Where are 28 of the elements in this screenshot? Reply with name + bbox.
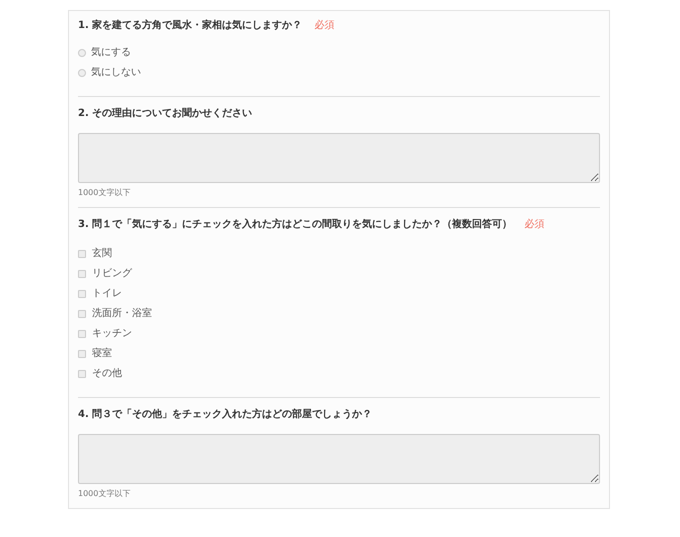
question-title: 3. 問１で「気にする」にチェックを入れた方はどこの間取りを気にしましたか？（複数回答可）	[78, 217, 512, 232]
character-limit-hint: 1000文字以下	[78, 488, 132, 500]
required-label: 必須	[524, 218, 544, 232]
checkbox[interactable]	[78, 370, 86, 378]
option-label: 気にする	[91, 46, 131, 60]
checkbox[interactable]	[78, 270, 86, 278]
option-label: キッチン	[92, 327, 132, 341]
checkbox[interactable]	[78, 250, 86, 258]
option-label: 玄関	[92, 246, 112, 261]
question-title: 2. その理由についてお聞かせください	[78, 106, 252, 121]
option-label: トイレ	[92, 287, 122, 301]
question-title: 4. 問３で「その他」をチェック入れた方はどの部屋でしょうか？	[78, 407, 372, 422]
checkbox[interactable]	[78, 350, 86, 358]
option-label: リビング	[92, 267, 132, 281]
checkbox[interactable]	[78, 310, 86, 318]
required-label: 必須	[314, 18, 334, 33]
checkbox[interactable]	[78, 330, 86, 338]
option-label: 寝室	[92, 346, 112, 361]
option-label: 洗面所・浴室	[92, 306, 152, 321]
answer-box[interactable]	[78, 133, 600, 183]
answer-box[interactable]	[78, 434, 600, 484]
checkbox[interactable]	[78, 290, 86, 298]
radio-button[interactable]	[78, 68, 86, 76]
radio-button[interactable]	[78, 48, 86, 56]
option-label: その他	[92, 367, 122, 381]
question-title: 1. 家を建てる方角で風水・家相は気にしますか？	[78, 18, 302, 33]
character-limit-hint: 1000文字以下	[78, 187, 132, 199]
option-label: 気にしない	[91, 66, 141, 80]
